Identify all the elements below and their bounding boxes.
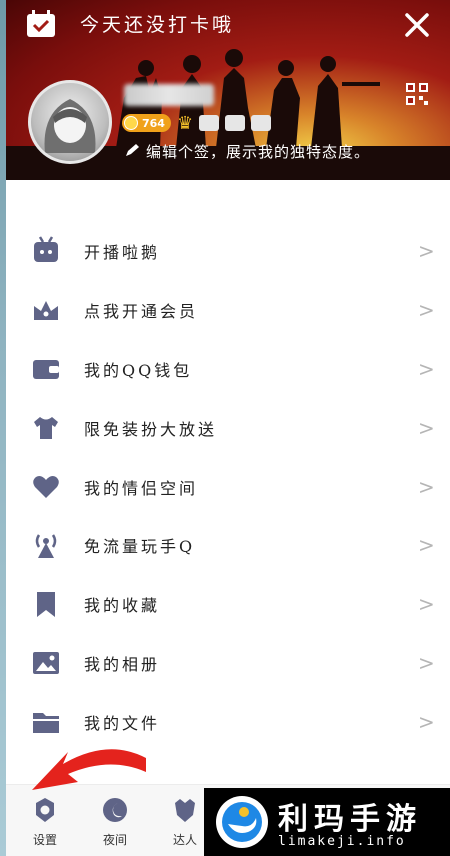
checkin-prompt[interactable]: 今天还没打卡哦 [80,10,234,37]
crown-icon [34,301,58,321]
menu-label: 我的文件 [84,713,161,733]
menu-label: 我的情侣空间 [84,478,199,498]
photo-icon [33,651,59,674]
menu-label: 限免装扮大放送 [84,419,218,439]
menu-label: 我的QQ钱包 [84,360,193,380]
coin-icon [124,116,138,130]
close-icon[interactable] [400,8,434,42]
night-mode-label: 夜间 [102,833,127,847]
avatar-illustration [44,99,96,153]
menu-label: 我的相册 [84,654,161,674]
watermark-url: limakeji.info [278,834,406,849]
red-pointer-arrow [32,749,146,790]
level-badge-icon [225,115,246,131]
level-badges[interactable]: 764 ♛ [122,112,272,134]
chevron-right-icon: > [418,298,435,323]
menu-item-couple-space[interactable]: 我的情侣空间 > [6,457,450,516]
signature-text: 编辑个签，展示我的独特态度。 [146,143,371,161]
menu-item-album[interactable]: 我的相册 > [6,634,450,693]
chevron-right-icon: > [418,533,435,558]
chevron-right-icon: > [418,592,435,617]
qr-code-icon[interactable] [405,82,429,106]
site-watermark: 利玛手游 limakeji.info [204,788,450,856]
chevron-right-icon: > [418,650,435,675]
menu-item-vip[interactable]: 点我开通会员 > [6,281,450,340]
heart-icon [33,475,59,498]
settings-label: 设置 [32,833,57,847]
gift-badge-icon [251,115,272,131]
expert-label: 达人 [172,833,197,847]
chevron-right-icon: > [418,415,435,440]
bookmark-icon [37,592,55,618]
expert-icon [175,799,195,822]
menu-item-wallet[interactable]: 我的QQ钱包 > [6,340,450,399]
menu-item-live[interactable]: 开播啦鹅 > [6,222,450,281]
chevron-right-icon: > [418,474,435,499]
coin-count: 764 [142,116,165,130]
menu-item-free-data[interactable]: 免流量玩手Q > [6,516,450,575]
penguin-tv-icon [34,236,58,263]
coin-badge: 764 [122,114,171,132]
chevron-right-icon: > [418,709,435,734]
menu-label: 我的收藏 [84,596,161,616]
nickname-blurred[interactable] [124,84,214,106]
menu-label: 点我开通会员 [84,302,199,322]
menu-item-decorations[interactable]: 限免装扮大放送 > [6,398,450,457]
pencil-icon [126,144,139,156]
tshirt-icon [34,416,58,439]
crown-icon: ♛ [176,112,194,134]
menu-item-favorites[interactable]: 我的收藏 > [6,575,450,634]
signature-row[interactable]: 编辑个签，展示我的独特态度。 [124,141,370,162]
menu-list: 开播啦鹅 > 点我开通会员 > 我的QQ钱包 > 限免装扮大放送 > 我的情侣空… [6,222,450,751]
menu-label: 免流量玩手Q [84,537,196,557]
calendar-check-icon[interactable] [26,10,56,38]
avatar[interactable] [28,80,112,164]
wallet-icon [33,359,59,379]
chevron-right-icon: > [418,356,435,381]
watermark-title: 利玛手游 [278,802,422,837]
menu-label: 开播啦鹅 [84,243,161,263]
folder-icon [33,712,59,733]
watermark-logo-icon [216,796,268,848]
chevron-right-icon: > [418,239,435,264]
signal-tower-icon [35,534,57,559]
vip-badge-icon [199,115,220,131]
